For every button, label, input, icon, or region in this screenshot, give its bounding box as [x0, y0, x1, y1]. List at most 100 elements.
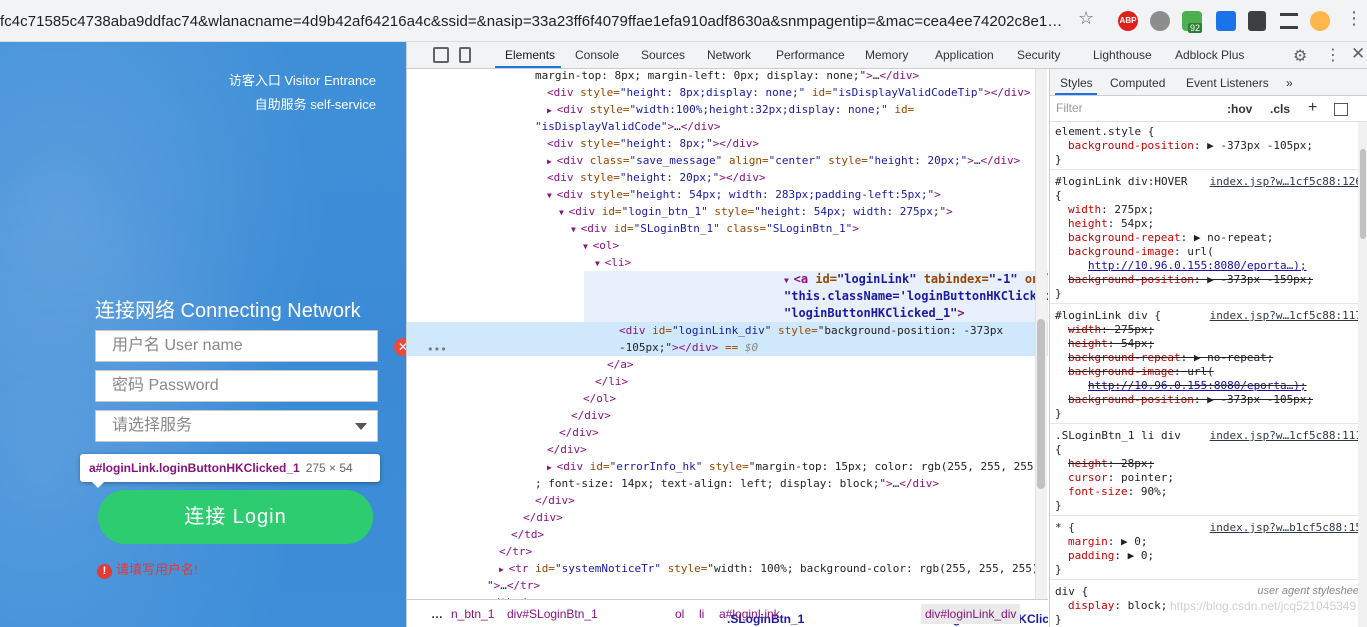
css-declaration[interactable]: background-repeat: ▶ no-repeat;: [1068, 351, 1273, 365]
dom-line[interactable]: ▼ <div style="height: 54px; width: 283px…: [407, 186, 1048, 203]
css-url-link[interactable]: http://10.96.0.155:8080/eporta…);: [1088, 259, 1307, 272]
tab-security[interactable]: Security: [1017, 48, 1060, 62]
expand-down-icon[interactable]: ▼: [595, 259, 605, 268]
dom-line[interactable]: </li>: [407, 373, 1048, 390]
dom-line[interactable]: ▼ <div id="SLoginBtn_1" class="SLoginBtn…: [407, 220, 1048, 237]
computed-sidebar-icon[interactable]: [1334, 103, 1348, 116]
breadcrumb-item[interactable]: ol: [675, 607, 684, 621]
css-declaration[interactable]: font-size: 90%;: [1068, 485, 1167, 499]
dom-line[interactable]: "this.className='loginButtonHKClicked_1'…: [584, 288, 1048, 305]
hov-toggle[interactable]: :hov: [1227, 102, 1252, 116]
css-declaration[interactable]: cursor: pointer;: [1068, 471, 1174, 485]
expand-down-icon[interactable]: ▼: [571, 225, 581, 234]
expand-right-icon[interactable]: ▶: [499, 565, 509, 574]
dom-line[interactable]: </a>: [407, 356, 1048, 373]
browser-menu-icon[interactable]: ⋮: [1345, 8, 1363, 29]
settings-gear-icon[interactable]: ⚙: [1293, 46, 1307, 66]
breadcrumb-item[interactable]: div#loginLink_div: [921, 604, 1021, 624]
dom-line[interactable]: ▶ <div style="width:100%;height:32px;dis…: [407, 101, 1048, 118]
url-text[interactable]: fc4c71585c4738aba9ddfac74&wlanacname=4d9…: [0, 13, 1062, 30]
css-declaration[interactable]: margin: ▶ 0;: [1068, 535, 1148, 549]
dom-line[interactable]: margin-top: 8px; margin-left: 0px; displ…: [407, 69, 1048, 84]
breadcrumb-item[interactable]: n_btn_1: [451, 607, 494, 621]
dom-line[interactable]: <div style="height: 20px;"></div>: [407, 169, 1048, 186]
close-devtools-icon[interactable]: ✕: [1351, 44, 1365, 64]
dom-line[interactable]: -105px;"></div> == $0: [407, 339, 1048, 356]
devtools-menu-icon[interactable]: ⋮: [1325, 45, 1341, 65]
styles-tab-computed[interactable]: Computed: [1110, 76, 1165, 90]
css-source-link[interactable]: index.jsp?w…1cf5c88:117: [1210, 309, 1362, 322]
elements-tree[interactable]: margin-top: 8px; margin-left: 0px; displ…: [407, 69, 1048, 599]
tab-adblock-plus[interactable]: Adblock Plus: [1175, 48, 1244, 62]
css-selector[interactable]: * {: [1055, 521, 1075, 535]
dom-line[interactable]: ▼ <li>: [407, 254, 1048, 271]
tab-performance[interactable]: Performance: [776, 48, 845, 62]
dom-line[interactable]: </div>: [407, 441, 1048, 458]
css-declaration[interactable]: height: 54px;: [1068, 337, 1154, 351]
dom-line[interactable]: ▼ <ol>: [407, 237, 1048, 254]
css-declaration[interactable]: background-position: ▶ -373px -105px;: [1068, 139, 1313, 153]
dom-line[interactable]: "loginButtonHKClicked_1">: [584, 305, 1048, 322]
css-selector[interactable]: div {: [1055, 585, 1088, 599]
tab-lighthouse[interactable]: Lighthouse: [1093, 48, 1152, 62]
css-declaration[interactable]: display: block;: [1068, 599, 1167, 613]
tab-application[interactable]: Application: [935, 48, 994, 62]
css-declaration[interactable]: http://10.96.0.155:8080/eporta…);: [1088, 379, 1307, 393]
css-declaration[interactable]: background-image: url(: [1068, 365, 1214, 379]
css-source-link[interactable]: index.jsp?w…1cf5c88:111: [1210, 429, 1362, 442]
cls-toggle[interactable]: .cls: [1270, 102, 1290, 116]
dom-line[interactable]: ▶ <tr id="systemNoticeTr" style="width: …: [407, 560, 1048, 577]
css-declaration[interactable]: width: 275px;: [1068, 203, 1154, 217]
expand-down-icon[interactable]: ▼: [559, 208, 569, 217]
css-declaration[interactable]: height: 54px;: [1068, 217, 1154, 231]
css-declaration[interactable]: background-repeat: ▶ no-repeat;: [1068, 231, 1273, 245]
reading-list-icon[interactable]: [1280, 13, 1298, 29]
styles-tab-more[interactable]: »: [1286, 76, 1293, 90]
dom-line[interactable]: <div id="loginLink_div" style="backgroun…: [407, 322, 1048, 339]
css-declaration[interactable]: background-position: ▶ -373px -159px;: [1068, 273, 1313, 287]
dom-line[interactable]: ▶ <div id="errorInfo_hk" style="margin-t…: [407, 458, 1048, 475]
self-service-link[interactable]: 自助服务 self-service: [255, 94, 376, 113]
elements-scroll-thumb[interactable]: [1037, 319, 1045, 489]
css-declaration[interactable]: height: 28px;: [1068, 457, 1154, 471]
tab-network[interactable]: Network: [707, 48, 751, 62]
css-selector[interactable]: #loginLink div {: [1055, 309, 1161, 323]
username-input[interactable]: 用户名 User name: [95, 330, 378, 362]
dom-line[interactable]: <div style="height: 8px;"></div>: [407, 135, 1048, 152]
bookmark-star-icon[interactable]: ☆: [1078, 8, 1094, 29]
dom-line[interactable]: </div>: [407, 492, 1048, 509]
css-url-link[interactable]: http://10.96.0.155:8080/eporta…);: [1088, 379, 1307, 392]
expand-down-icon[interactable]: ▼: [784, 276, 794, 285]
css-source-link[interactable]: index.jsp?w…1cf5c88:126: [1210, 175, 1362, 188]
service-select[interactable]: 请选择服务: [95, 410, 378, 442]
dom-line[interactable]: </div>: [407, 509, 1048, 526]
dom-line[interactable]: </tr>: [407, 543, 1048, 560]
visitor-entrance-link[interactable]: 访客入口 Visitor Entrance: [229, 70, 376, 89]
css-declaration[interactable]: background-image: url(: [1068, 245, 1214, 259]
dom-line[interactable]: </div>: [407, 424, 1048, 441]
css-declaration[interactable]: http://10.96.0.155:8080/eporta…);: [1088, 259, 1307, 273]
dom-line[interactable]: ▼ <div id="login_btn_1" style="height: 5…: [407, 203, 1048, 220]
dom-line[interactable]: ▶ <div class="save_message" align="cente…: [407, 152, 1048, 169]
css-source-link[interactable]: user agent stylesheet: [1257, 585, 1362, 597]
styles-scroll-thumb[interactable]: [1360, 149, 1366, 239]
adblock-extension-icon[interactable]: ABP: [1118, 11, 1138, 31]
expand-right-icon[interactable]: ▶: [547, 463, 557, 472]
dom-line[interactable]: "isDisplayValidCode">…</div>: [407, 118, 1048, 135]
breadcrumb-item[interactable]: a#loginLink.loginButtonHKClicked_1: [719, 607, 1048, 626]
dom-line[interactable]: <div style="height: 8px;display: none;" …: [407, 84, 1048, 101]
expand-down-icon[interactable]: ▼: [583, 242, 593, 251]
new-rule-icon[interactable]: +: [1308, 99, 1317, 117]
styles-tab-event-listeners[interactable]: Event Listeners: [1186, 76, 1269, 90]
tab-memory[interactable]: Memory: [865, 48, 908, 62]
address-bar[interactable]: fc4c71585c4738aba9ddfac74&wlanacname=4d9…: [0, 5, 1100, 37]
expand-right-icon[interactable]: ▶: [547, 106, 557, 115]
styles-tab-styles[interactable]: Styles: [1060, 76, 1093, 90]
css-declaration[interactable]: width: 275px;: [1068, 323, 1154, 337]
dom-line[interactable]: </div>: [407, 407, 1048, 424]
password-input[interactable]: 密码 Password: [95, 370, 378, 402]
device-toolbar-icon[interactable]: [459, 47, 471, 63]
profile-avatar-icon[interactable]: [1310, 11, 1330, 31]
extension-blue-icon[interactable]: [1216, 11, 1236, 31]
dom-line[interactable]: </ol>: [407, 390, 1048, 407]
